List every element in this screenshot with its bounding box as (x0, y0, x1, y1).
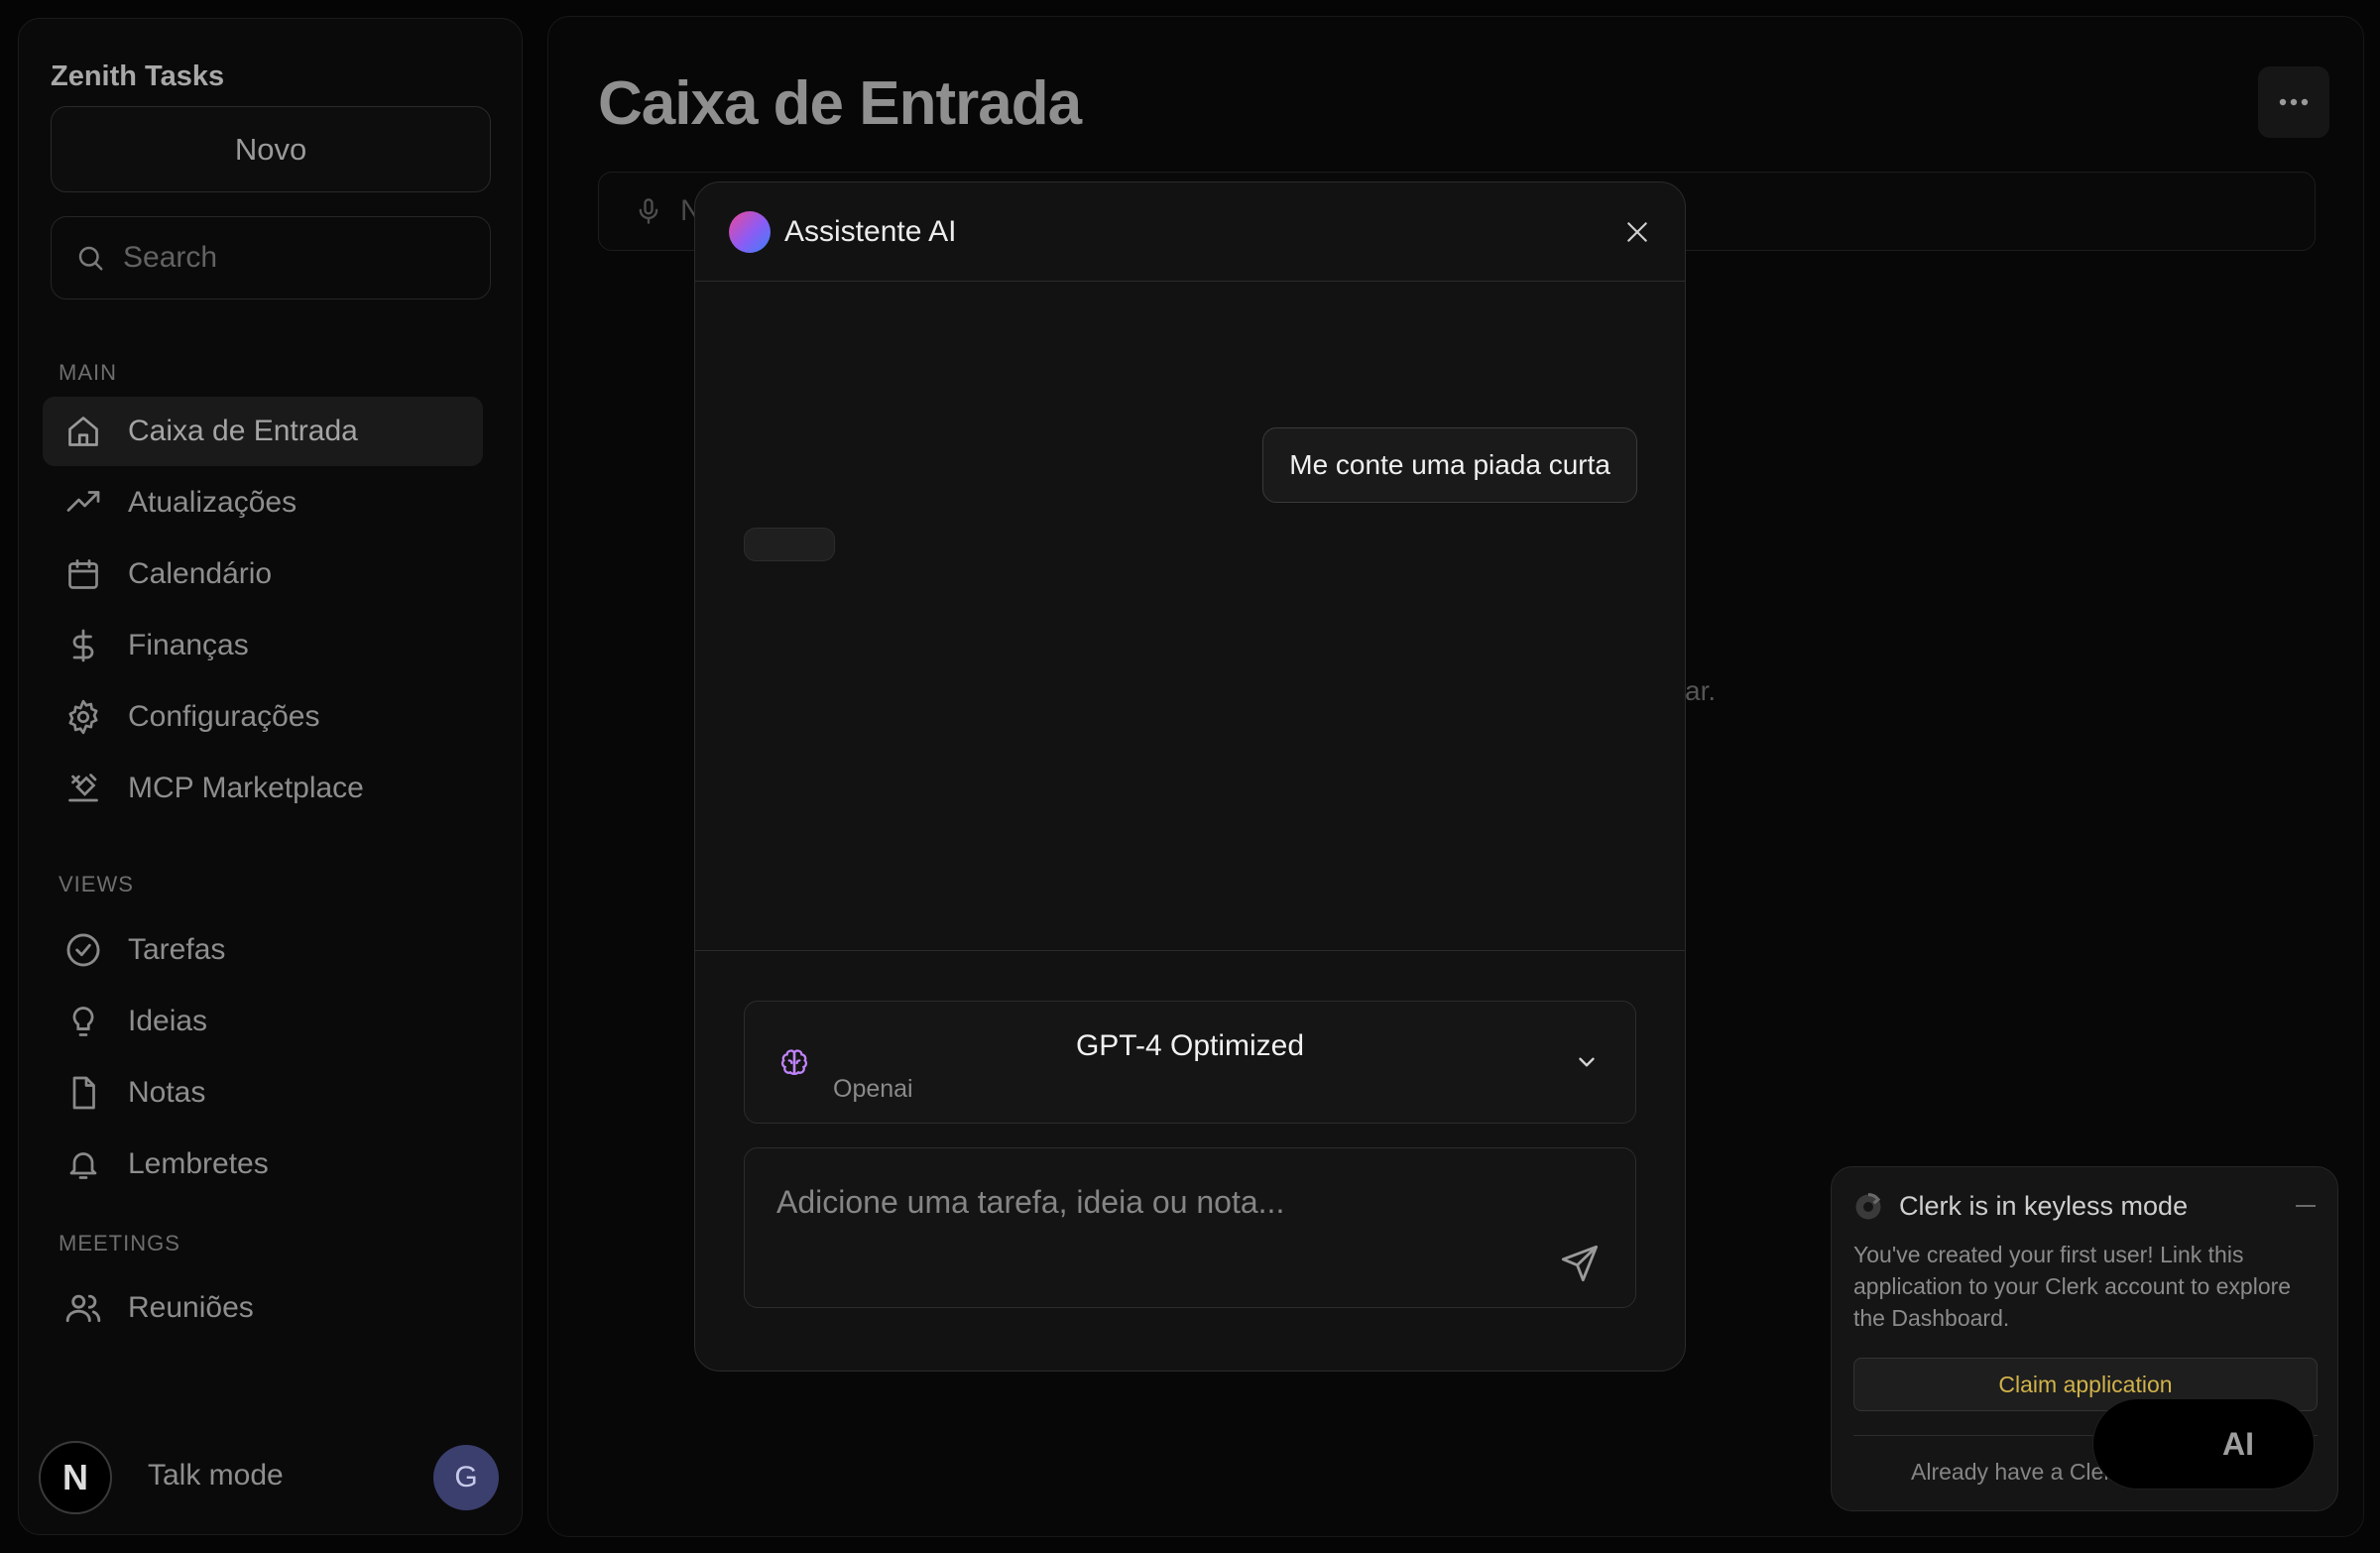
sidebar: Zenith Tasks Novo MAIN Caixa de Entrada … (18, 18, 523, 1535)
clerk-title: Clerk is in keyless mode (1899, 1191, 2189, 1221)
microphone-icon[interactable] (635, 195, 662, 227)
new-button[interactable]: Novo (51, 106, 491, 192)
sidebar-item-label: Tarefas (128, 933, 226, 966)
ai-assistant-modal: Assistente AI Me conte uma piada curta G… (694, 181, 1686, 1372)
user-message: Me conte uma piada curta (1262, 427, 1637, 503)
clerk-header: Clerk is in keyless mode (1853, 1191, 2188, 1222)
sidebar-item-label: Reuniões (128, 1291, 254, 1324)
home-icon (64, 413, 102, 450)
sidebar-item-ideas[interactable]: Ideias (43, 987, 483, 1056)
gear-icon (64, 698, 102, 736)
close-icon (1627, 222, 1647, 242)
more-options-button[interactable] (2258, 66, 2329, 138)
sidebar-item-reminders[interactable]: Lembretes (43, 1130, 483, 1199)
close-button[interactable] (1619, 214, 1655, 250)
model-selector[interactable]: GPT-4 Optimized Openai (744, 1001, 1636, 1124)
ai-orb-icon (729, 210, 771, 253)
more-dots-icon (2279, 98, 2309, 106)
sidebar-footer: N Talk mode G (39, 1437, 505, 1516)
sparkle-plug-icon (64, 770, 102, 807)
search-input[interactable] (123, 241, 460, 275)
empty-state-text: ar. (1685, 675, 1717, 706)
model-name: GPT-4 Optimized (1075, 1029, 1305, 1062)
trending-up-icon (64, 484, 102, 522)
sidebar-item-label: Notas (128, 1076, 206, 1109)
app-title: Zenith Tasks (51, 60, 225, 92)
compose-box[interactable] (744, 1147, 1636, 1308)
sidebar-item-label: Configurações (128, 700, 320, 733)
sidebar-item-notes[interactable]: Notas (43, 1058, 483, 1128)
search-box[interactable] (51, 216, 491, 299)
sidebar-item-label: Caixa de Entrada (128, 415, 358, 447)
modal-title: Assistente AI (784, 214, 957, 248)
sidebar-item-meetings[interactable]: Reuniões (43, 1273, 483, 1343)
section-label-main: MAIN (59, 360, 117, 385)
sidebar-item-updates[interactable]: Atualizações (43, 468, 483, 538)
modal-header: Assistente AI (695, 182, 1685, 282)
page-title: Caixa de Entrada (598, 69, 1082, 138)
compose-input[interactable] (776, 1184, 1530, 1244)
sidebar-item-label: Finanças (128, 629, 249, 661)
sidebar-item-label: Lembretes (128, 1147, 269, 1180)
clerk-logo-icon (1853, 1192, 1883, 1222)
chat-messages: Me conte uma piada curta (695, 282, 1685, 951)
model-provider: Openai (833, 1075, 913, 1103)
n-logo[interactable]: N (39, 1441, 112, 1514)
avatar[interactable]: G (433, 1445, 499, 1510)
send-icon (1561, 1245, 1599, 1282)
talk-mode-toggle[interactable]: Talk mode (148, 1459, 284, 1493)
sidebar-item-label: MCP Marketplace (128, 772, 364, 804)
sidebar-item-calendar[interactable]: Calendário (43, 539, 483, 609)
send-button[interactable] (1560, 1244, 1600, 1283)
minimize-icon[interactable] (2296, 1205, 2316, 1207)
chevron-down-icon (1574, 1049, 1600, 1075)
check-circle-icon (64, 931, 102, 969)
dollar-icon (64, 627, 102, 664)
sidebar-item-label: Ideias (128, 1005, 208, 1037)
clerk-footer-link[interactable]: Already have a Clerk (1911, 1459, 2123, 1486)
ai-button-label: AI (2222, 1425, 2254, 1462)
calendar-icon (64, 555, 102, 593)
sidebar-item-mcp-marketplace[interactable]: MCP Marketplace (43, 754, 483, 823)
users-icon (64, 1289, 102, 1327)
sidebar-item-tasks[interactable]: Tarefas (43, 915, 483, 985)
search-icon (75, 243, 105, 273)
ai-assistant-button[interactable]: AI (2092, 1398, 2315, 1490)
assistant-loading-indicator (744, 528, 835, 561)
section-label-views: VIEWS (59, 872, 134, 896)
sidebar-item-inbox[interactable]: Caixa de Entrada (43, 397, 483, 466)
sidebar-item-label: Atualizações (128, 486, 298, 519)
sidebar-item-settings[interactable]: Configurações (43, 682, 483, 752)
file-icon (64, 1074, 102, 1112)
clerk-message: You've created your first user! Link thi… (1853, 1242, 2292, 1331)
bell-icon (64, 1145, 102, 1183)
section-label-meetings: MEETINGS (59, 1231, 180, 1255)
sidebar-item-finances[interactable]: Finanças (43, 611, 483, 680)
sidebar-item-label: Calendário (128, 557, 273, 590)
lightbulb-icon (64, 1003, 102, 1040)
